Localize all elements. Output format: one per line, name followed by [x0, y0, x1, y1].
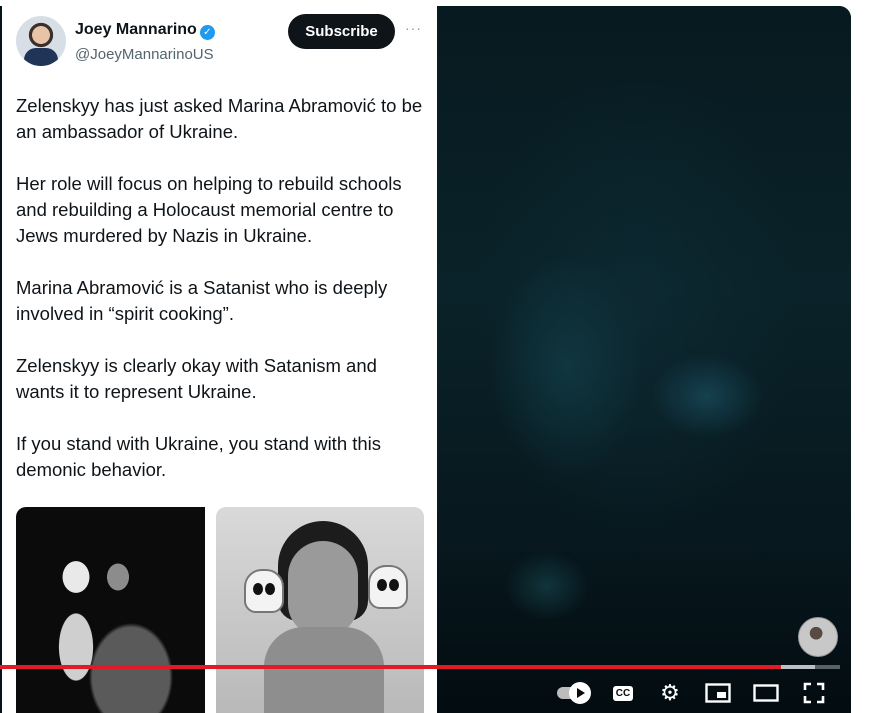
author-handle: @JoeyMannarinoUS	[75, 46, 214, 63]
autoplay-toggle-icon	[569, 682, 591, 704]
tweet-photo-right	[216, 507, 424, 713]
progress-bar[interactable]	[0, 665, 840, 669]
channel-avatar[interactable]	[798, 617, 838, 657]
theater-mode-icon	[753, 684, 779, 702]
verified-badge-icon: ✓	[199, 25, 215, 40]
tweet-photo-left	[16, 507, 205, 713]
progress-played	[0, 665, 782, 669]
portrait-face	[288, 541, 358, 636]
captions-button[interactable]: CC	[610, 679, 636, 707]
tweet-paragraph: Zelenskyy has just asked Marina Abramovi…	[16, 95, 423, 142]
subscribe-button[interactable]: Subscribe	[288, 14, 395, 49]
more-options-icon[interactable]: ···	[405, 20, 422, 36]
miniplayer-button[interactable]	[704, 679, 732, 707]
autoplay-track	[557, 682, 591, 704]
author-name: Joey Mannarino ✓	[75, 21, 215, 40]
mother-child-photo	[36, 537, 186, 713]
skull-icon	[244, 569, 284, 613]
autoplay-toggle[interactable]	[553, 679, 591, 707]
miniplayer-icon	[705, 683, 731, 703]
skull-icon	[368, 565, 408, 609]
fullscreen-button[interactable]	[800, 679, 828, 707]
tweet-paragraph: Her role will focus on helping to rebuil…	[16, 173, 402, 246]
video-player[interactable]: Joey Mannarino ✓ @JoeyMannarinoUS Subscri…	[0, 6, 851, 713]
gear-icon: ⚙	[660, 680, 680, 705]
tweet-paragraph: Marina Abramović is a Satanist who is de…	[16, 277, 388, 324]
portrait-body	[264, 627, 384, 713]
theater-mode-button[interactable]	[752, 679, 780, 707]
author-avatar	[16, 16, 66, 66]
tweet-paragraph: Zelenskyy is clearly okay with Satanism …	[16, 355, 377, 402]
settings-button[interactable]: ⚙	[657, 679, 683, 707]
tweet-text: Zelenskyy has just asked Marina Abramovi…	[16, 93, 426, 509]
tweet-card: Joey Mannarino ✓ @JoeyMannarinoUS Subscri…	[2, 6, 437, 713]
video-frame[interactable]	[437, 6, 851, 713]
tweet-paragraph: If you stand with Ukraine, you stand wit…	[16, 433, 382, 480]
cc-icon: CC	[612, 685, 634, 701]
progress-buffered	[781, 665, 815, 669]
fullscreen-icon	[803, 682, 825, 704]
